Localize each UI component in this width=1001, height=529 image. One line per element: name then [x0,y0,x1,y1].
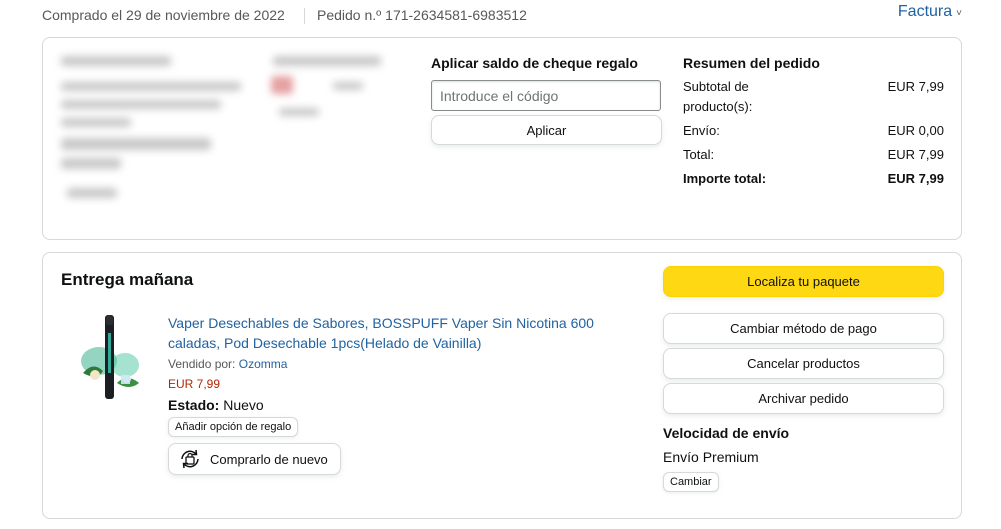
order-summary: Resumen del pedido Subtotal de producto(… [683,55,944,193]
summary-value: EUR 7,99 [887,79,944,94]
track-package-button[interactable]: Localiza tu paquete [663,266,944,297]
delivery-title: Entrega mañana [61,270,194,289]
buy-again-button[interactable]: Comprarlo de nuevo [168,443,341,475]
invoice-label: Factura [897,3,953,20]
chevron-down-icon: ˅ [956,8,962,19]
seller-line: Vendido por: Ozomma [168,357,608,371]
order-number: Pedido n.º 171-2634581-6983512 [317,7,527,23]
shipping-speed-title: Velocidad de envío [663,425,790,441]
summary-value: EUR 7,99 [887,171,944,186]
buy-again-label: Comprarlo de nuevo [210,451,328,467]
gift-card-title: Aplicar saldo de cheque regalo [431,55,638,71]
header-divider [304,8,305,24]
change-shipping-button[interactable]: Cambiar [663,472,719,492]
summary-row-total: Total: EUR 7,99 [683,145,944,165]
order-date: Comprado el 29 de noviembre de 2022 [42,7,285,23]
product-title-link[interactable]: Vaper Desechables de Sabores, BOSSPUFF V… [168,313,608,353]
change-payment-button[interactable]: Cambiar método de pago [663,313,944,344]
cancel-items-button[interactable]: Cancelar productos [663,348,944,379]
seller-link[interactable]: Ozomma [239,357,288,371]
buy-again-icon [177,448,203,470]
product-price: EUR 7,99 [168,377,221,391]
apply-gift-button[interactable]: Aplicar [431,115,662,145]
order-header-bar: Comprado el 29 de noviembre de 2022 Pedi… [42,3,962,26]
summary-row-subtotal: Subtotal de producto(s): EUR 7,99 [683,77,944,117]
seller-prefix: Vendido por: [168,357,236,371]
summary-value: EUR 0,00 [887,123,944,138]
summary-row-grand-total: Importe total: EUR 7,99 [683,169,944,189]
product-image[interactable] [77,313,145,403]
gift-code-input[interactable] [431,80,661,111]
summary-label: Total: [683,147,715,162]
redacted-payment-info [43,38,399,218]
delivery-card: Entrega mañana Vaper Desechables de Sabo… [42,252,962,519]
shipping-speed-value: Envío Premium [663,449,759,465]
summary-label: Importe total: [683,171,767,186]
condition-value: Nuevo [223,397,264,413]
add-gift-option-button[interactable]: Añadir opción de regalo [168,417,299,437]
summary-label: Subtotal de producto(s): [683,79,753,114]
product-info: Vaper Desechables de Sabores, BOSSPUFF V… [168,313,608,413]
summary-title: Resumen del pedido [683,55,820,71]
summary-label: Envío: [683,123,720,138]
summary-value: EUR 7,99 [887,147,944,162]
order-summary-card: Aplicar saldo de cheque regalo Aplicar R… [42,37,962,240]
vape-product-icon [81,315,139,399]
archive-order-button[interactable]: Archivar pedido [663,383,944,414]
summary-row-shipping: Envío: EUR 0,00 [683,121,944,141]
product-condition: Estado: Nuevo [168,397,608,413]
condition-label: Estado: [168,397,220,413]
invoice-link[interactable]: Factura ˅ [898,3,962,21]
